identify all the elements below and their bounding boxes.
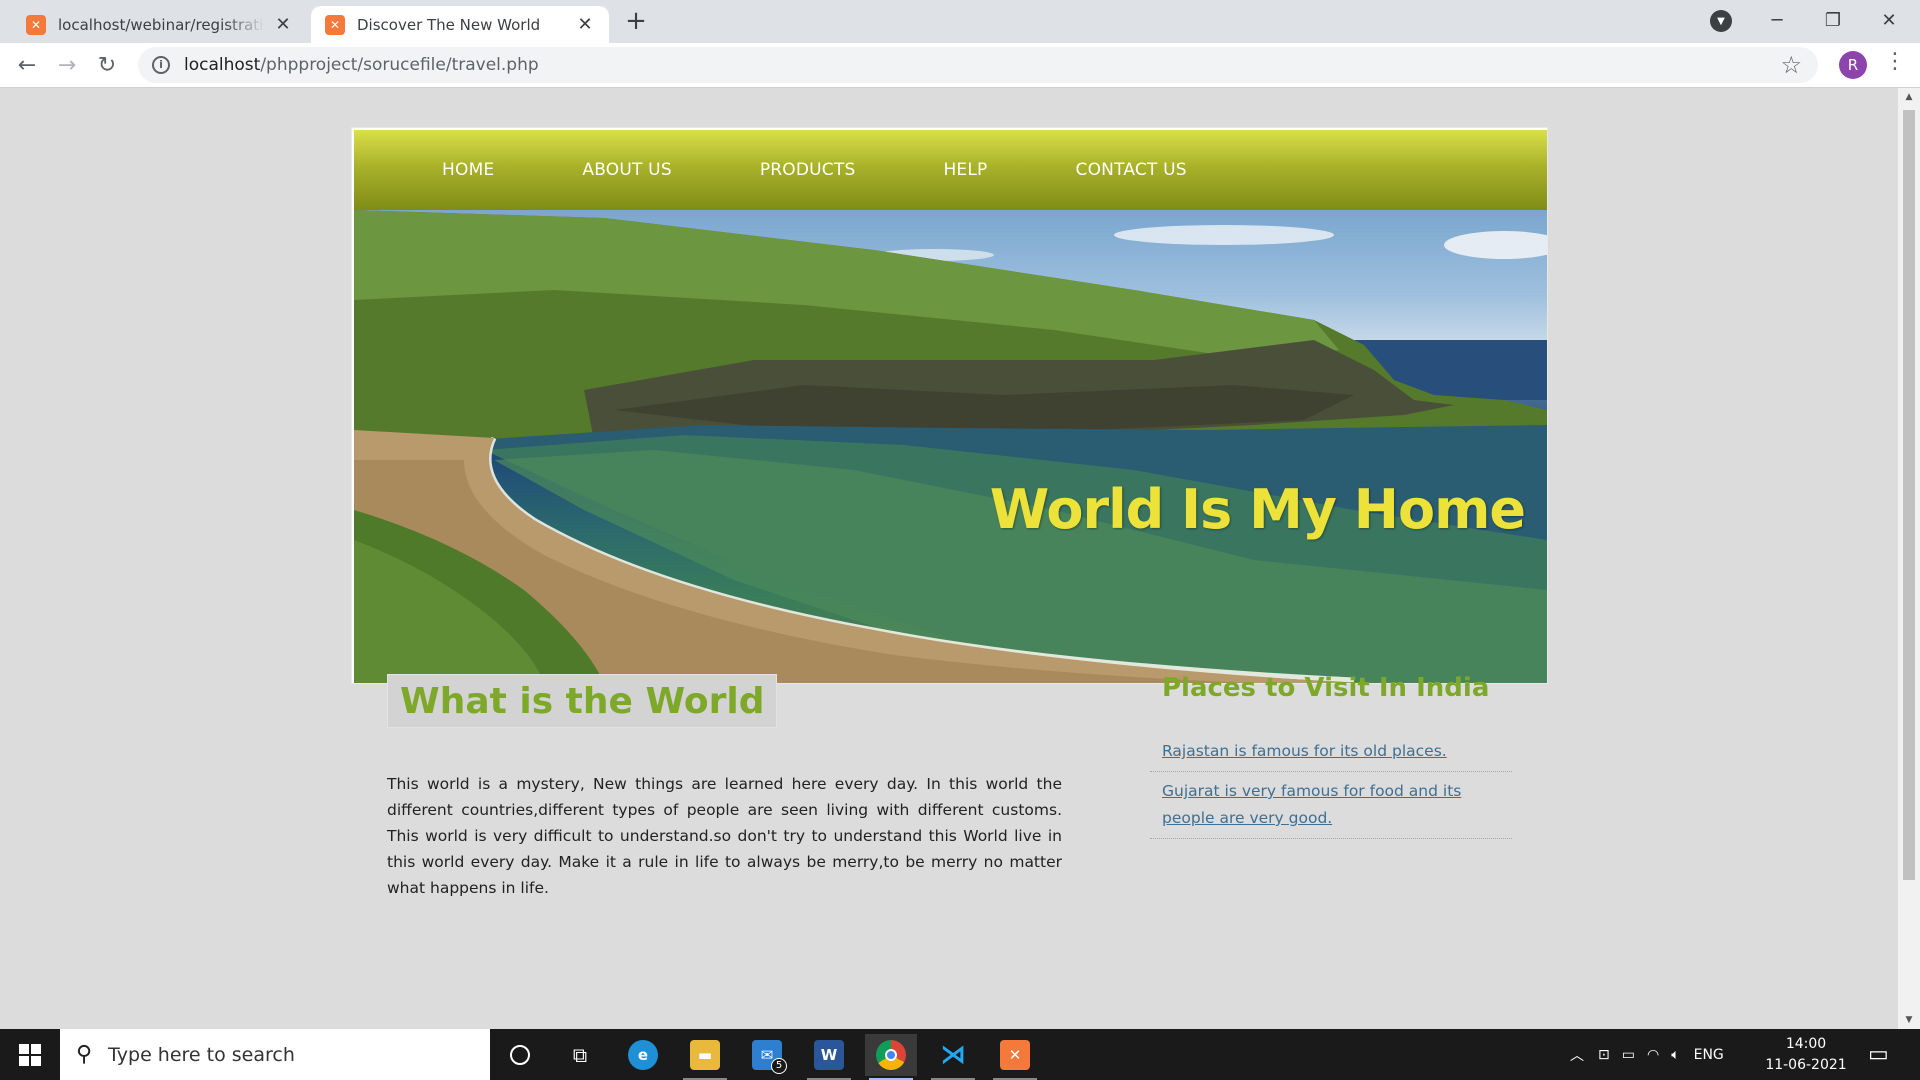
word-icon[interactable]: W [803,1034,855,1080]
bookmark-star-icon[interactable]: ☆ [1780,51,1802,79]
restore-button[interactable]: ❐ [1806,0,1860,40]
reload-icon[interactable]: ↻ [90,49,124,83]
tab-title: localhost/webinar/registration fro [58,15,265,34]
sidebar-link-list: Rajastan is famous for its old places. G… [1150,732,1512,839]
address-bar[interactable]: i localhost/phpproject/sorucefile/travel… [138,47,1818,83]
wifi-icon[interactable]: ◠ [1647,1047,1659,1063]
search-icon: ⚲ [76,1042,93,1067]
windows-taskbar: ⚲ Type here to search ⧉ e ▬ ✉ 5 W ⋊ ✕ ︿ … [0,1029,1920,1080]
nav-about-us[interactable]: ABOUT US [582,160,671,180]
tab-discover[interactable]: ✕ Discover The New World ✕ [311,6,609,43]
hero-title: World Is My Home [989,478,1526,541]
task-view-icon[interactable]: ⧉ [554,1034,606,1076]
file-explorer-icon[interactable]: ▬ [679,1034,731,1080]
site-header: HOME ABOUT US PRODUCTS HELP CONTACT US W… [351,127,1548,684]
xampp-icon: ✕ [325,14,345,35]
page-viewport: HOME ABOUT US PRODUCTS HELP CONTACT US W… [0,88,1898,1029]
taskbar-search-box[interactable]: ⚲ Type here to search [60,1029,490,1080]
cortana-icon[interactable] [494,1034,546,1076]
system-tray: ︿ ⊡ ▭ ◠ 🔈︎ ENG [1570,1029,1724,1080]
scrollbar-thumb[interactable] [1903,110,1915,880]
back-arrow-icon[interactable]: ← [10,49,44,83]
chrome-icon[interactable] [865,1034,917,1080]
sidebar-link-rajastan[interactable]: Rajastan is famous for its old places. [1162,742,1447,760]
windows-logo-icon [19,1043,41,1066]
sidebar-link-gujarat[interactable]: Gujarat is very famous for food and its … [1162,782,1461,827]
nav-home[interactable]: HOME [442,160,494,180]
xampp-icon: ✕ [26,14,46,35]
url-path: /phpproject/sorucefile/travel.php [260,55,539,75]
volume-icon[interactable]: 🔈︎ [1671,1047,1679,1063]
device-icon[interactable]: ⊡ [1598,1047,1610,1063]
new-tab-button[interactable]: + [622,8,650,36]
tab-title: Discover The New World [357,15,541,34]
search-placeholder: Type here to search [108,1043,295,1066]
list-item: Gujarat is very famous for food and its … [1150,772,1512,839]
notifications-icon[interactable]: ▭ [1868,1029,1889,1080]
forward-arrow-icon[interactable]: → [50,49,84,83]
sidebar-heading: Places to Visit In India [1162,673,1490,703]
tab-search-icon[interactable]: ▼ [1710,10,1732,32]
list-item: Rajastan is famous for its old places. [1150,732,1512,772]
hero-banner-image: World Is My Home [354,210,1547,683]
nav-help[interactable]: HELP [943,160,987,180]
main-paragraph: This world is a mystery, New things are … [387,775,1062,897]
mail-icon[interactable]: ✉ 5 [741,1034,793,1076]
menu-dots-icon[interactable]: ⋮ [1884,49,1906,74]
xampp-icon[interactable]: ✕ [989,1034,1041,1080]
url-host: localhost [184,55,261,75]
main-heading: What is the World [400,680,765,722]
show-hidden-icons-chevron-icon[interactable]: ︿ [1570,1045,1584,1065]
landscape-illustration [354,210,1547,683]
edge-browser-icon[interactable]: e [617,1034,669,1076]
vscode-icon[interactable]: ⋊ [927,1034,979,1080]
scroll-up-arrow-icon[interactable]: ▲ [1898,88,1920,106]
tab-registration[interactable]: ✕ localhost/webinar/registration fro ✕ [12,6,307,43]
close-window-button[interactable]: ✕ [1862,0,1916,40]
minimize-button[interactable]: ─ [1750,0,1804,40]
language-indicator[interactable]: ENG [1694,1047,1724,1063]
nav-products[interactable]: PRODUCTS [760,160,856,180]
battery-icon[interactable]: ▭ [1622,1047,1635,1063]
start-button[interactable] [0,1029,60,1080]
close-icon[interactable]: ✕ [273,14,293,35]
profile-avatar[interactable]: R [1839,51,1867,79]
browser-toolbar: ← → ↻ i localhost/phpproject/sorucefile/… [0,43,1920,88]
clock-time: 14:00 [1785,1036,1827,1052]
taskbar-clock[interactable]: 14:00 11-06-2021 [1764,1034,1848,1076]
scroll-down-arrow-icon[interactable]: ▼ [1898,1011,1920,1029]
mail-badge: 5 [771,1058,787,1074]
main-heading-box: What is the World [387,674,778,728]
page-scrollbar[interactable]: ▲ ▼ [1898,88,1920,1029]
info-icon[interactable]: i [152,56,170,74]
close-icon[interactable]: ✕ [575,14,595,35]
clock-date: 11-06-2021 [1765,1057,1847,1073]
site-navbar: HOME ABOUT US PRODUCTS HELP CONTACT US [354,130,1547,210]
browser-tab-bar: ✕ localhost/webinar/registration fro ✕ ✕… [0,0,1920,43]
nav-contact-us[interactable]: CONTACT US [1076,160,1187,180]
